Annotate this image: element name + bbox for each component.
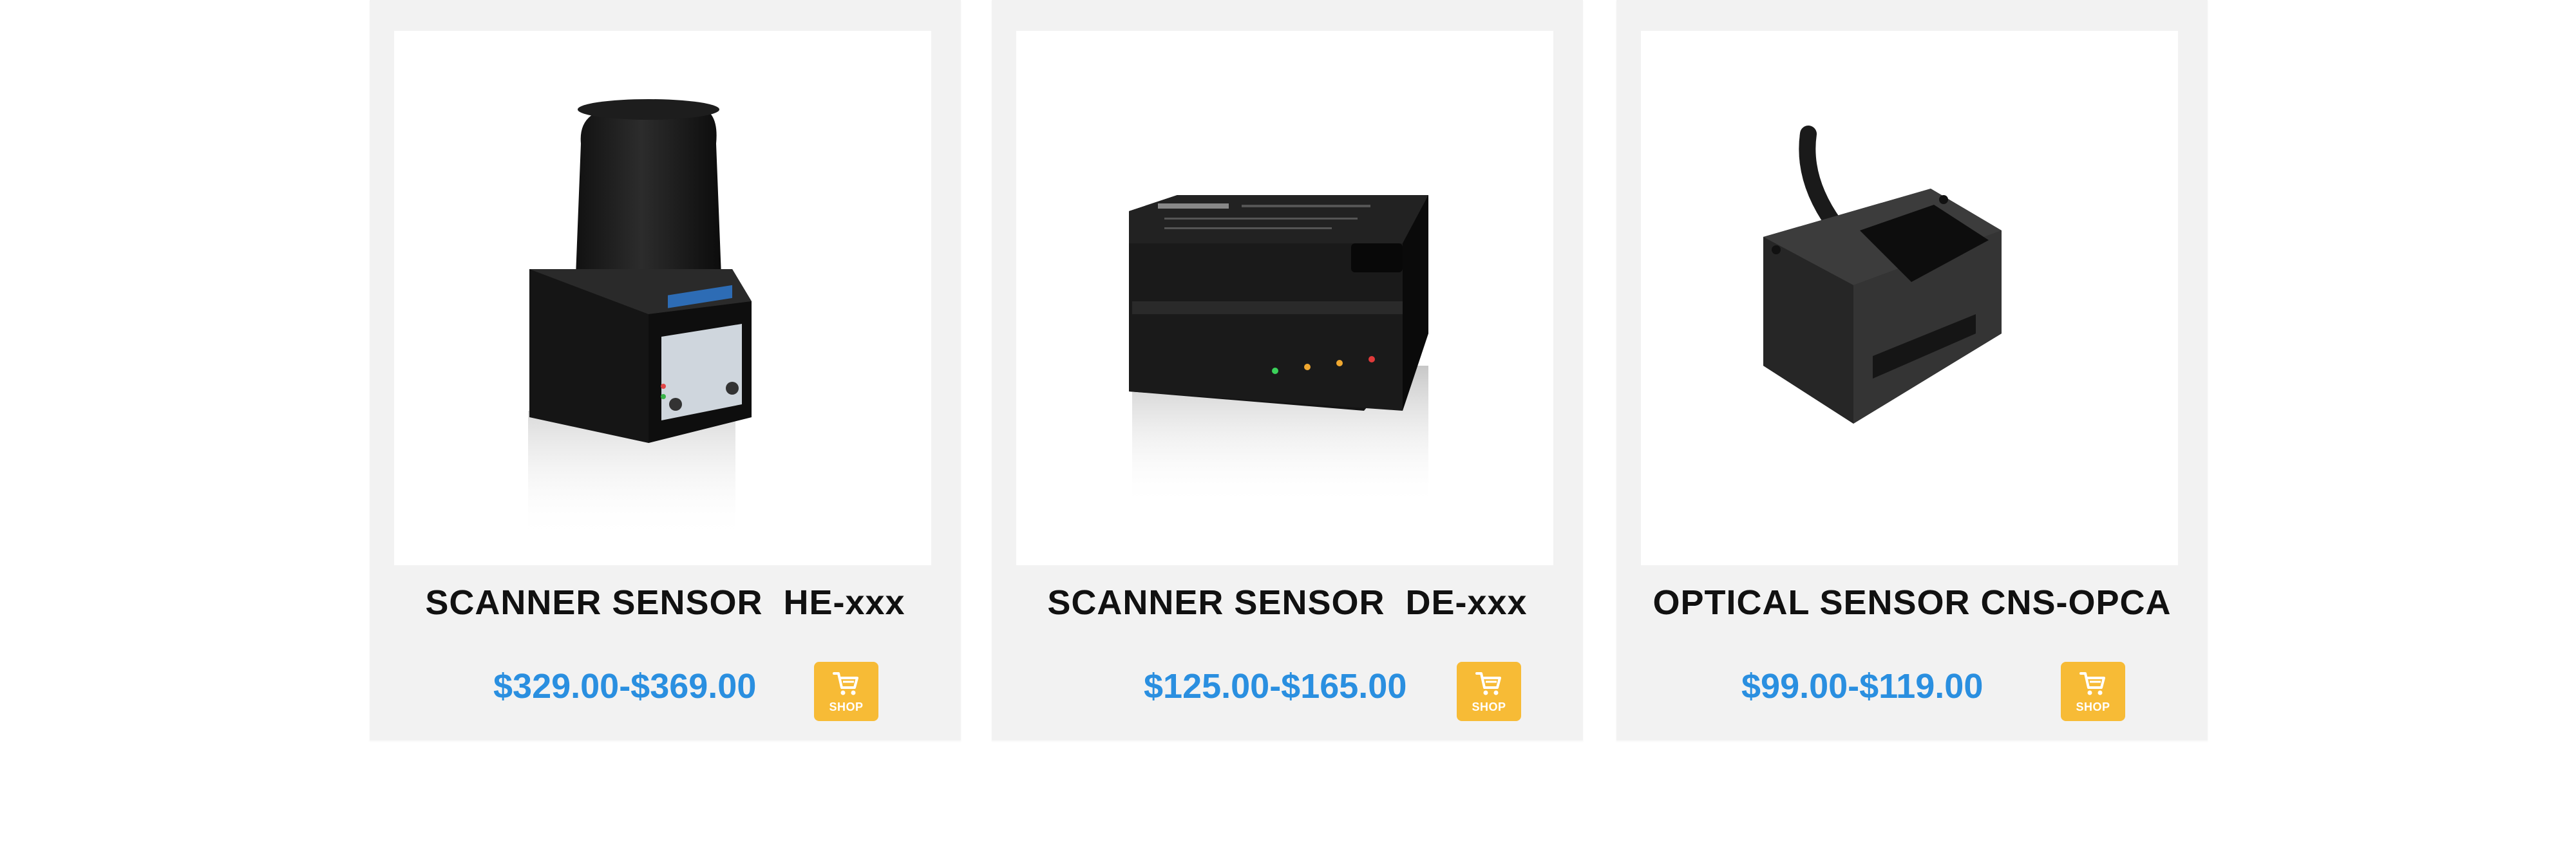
shop-label: SHOP [829, 700, 864, 713]
product-title[interactable]: SCANNER SENSOR DE-xxx [992, 583, 1583, 623]
shop-button[interactable]: SHOP [2061, 662, 2125, 721]
product-price: $99.00-$119.00 [1741, 667, 1984, 706]
product-title[interactable]: OPTICAL SENSOR CNS-OPCA [1616, 583, 2208, 623]
shop-label: SHOP [2076, 700, 2110, 713]
product-image-optical-sensor[interactable] [1641, 31, 2178, 565]
shopping-cart-icon [2079, 672, 2105, 695]
product-price: $329.00-$369.00 [493, 667, 757, 706]
shopping-cart-icon [1475, 672, 1501, 695]
product-grid: SCANNER SENSOR HE-xxx $329.00-$369.00 SH… [0, 0, 2576, 864]
product-image-box-scanner[interactable] [1016, 31, 1553, 565]
product-price: $125.00-$165.00 [1144, 667, 1407, 706]
shop-label: SHOP [1472, 700, 1506, 713]
shopping-cart-icon [833, 672, 858, 695]
product-card-he[interactable]: SCANNER SENSOR HE-xxx $329.00-$369.00 SH… [370, 0, 961, 740]
product-image-laser-scanner[interactable] [394, 31, 931, 565]
product-card-cns-opca[interactable]: OPTICAL SENSOR CNS-OPCA $99.00-$119.00 S… [1616, 0, 2208, 740]
shop-button[interactable]: SHOP [1457, 662, 1521, 721]
product-card-de[interactable]: SCANNER SENSOR DE-xxx $125.00-$165.00 SH… [992, 0, 1583, 740]
product-title[interactable]: SCANNER SENSOR HE-xxx [370, 583, 961, 623]
shop-button[interactable]: SHOP [814, 662, 878, 721]
